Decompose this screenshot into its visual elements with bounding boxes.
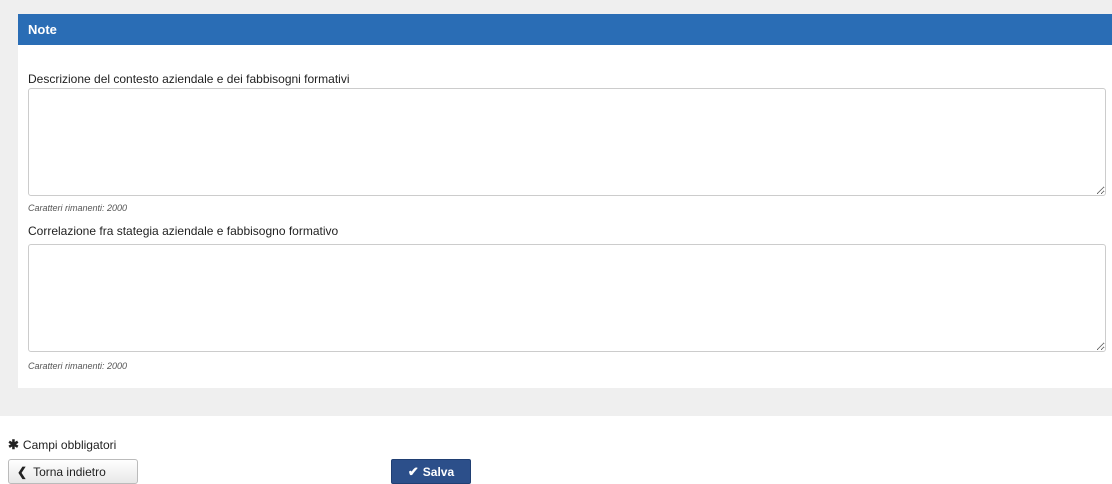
- context-description-label: Descrizione del contesto aziendale e dei…: [28, 72, 350, 86]
- asterisk-icon: ✱: [8, 437, 19, 452]
- strategy-correlation-label: Correlazione fra stategia aziendale e fa…: [28, 224, 339, 238]
- check-icon: ✔: [407, 463, 419, 479]
- required-fields-label: Campi obbligatori: [22, 438, 117, 452]
- strategy-correlation-textarea[interactable]: [28, 244, 1106, 352]
- back-button[interactable]: ❮ Torna indietro: [8, 459, 138, 484]
- strategy-correlation-char-counter: Caratteri rimanenti: 2000: [28, 361, 128, 371]
- context-description-textarea[interactable]: [28, 88, 1106, 196]
- context-description-char-counter: Caratteri rimanenti: 2000: [28, 203, 128, 213]
- note-panel: Note Descrizione del contesto aziendale …: [18, 14, 1112, 388]
- required-fields-note: ✱ Campi obbligatori: [8, 437, 116, 453]
- save-button-label: Salva: [422, 464, 455, 479]
- back-button-label: Torna indietro: [33, 464, 106, 479]
- note-section: Note Descrizione del contesto aziendale …: [0, 0, 1112, 416]
- save-button[interactable]: ✔ Salva: [391, 459, 471, 484]
- chevron-left-icon: ❮: [17, 464, 28, 479]
- panel-header: Note: [18, 14, 1112, 45]
- panel-title: Note: [28, 22, 57, 37]
